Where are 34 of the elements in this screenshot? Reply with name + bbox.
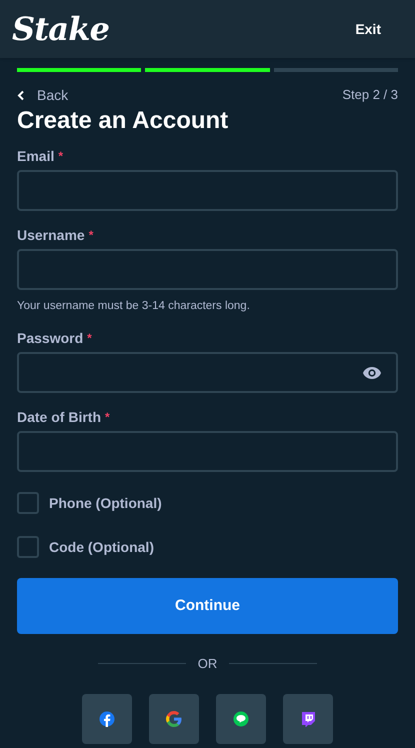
chat-bubble-icon — [233, 710, 249, 726]
field-hint: Your username must be 3-14 characters long. — [17, 299, 251, 314]
checkbox[interactable] — [17, 492, 39, 514]
checkbox-label[interactable]: Phone (Optional) — [49, 492, 162, 514]
facebook-icon — [99, 710, 115, 726]
required-mark: * — [58, 148, 64, 165]
exit-button[interactable]: Exit — [347, 12, 389, 46]
social-login-button[interactable] — [283, 694, 333, 744]
continue-button[interactable]: Continue — [17, 578, 398, 634]
divider-text: OR — [198, 655, 218, 673]
logo[interactable]: Stake — [12, 13, 110, 45]
field-label: Password — [17, 329, 84, 348]
social-login-button[interactable] — [216, 694, 266, 744]
chevron-left-icon — [17, 90, 25, 100]
checkbox-label[interactable]: Code (Optional) — [49, 536, 154, 558]
field-label: Date of Birth — [17, 408, 101, 427]
back-button[interactable]: Back — [17, 84, 68, 106]
eye-icon[interactable] — [362, 366, 382, 380]
field-label: Email — [17, 147, 54, 166]
checkbox[interactable] — [17, 536, 39, 558]
required-mark: * — [87, 330, 92, 347]
input-field[interactable] — [17, 170, 398, 211]
input-field[interactable] — [17, 431, 398, 472]
twitch-icon — [300, 710, 316, 726]
page-title: Create an Account — [17, 106, 230, 136]
required-mark: * — [105, 409, 110, 426]
field-label: Username — [17, 226, 85, 245]
google-icon — [166, 710, 182, 726]
input-field[interactable] — [17, 352, 398, 393]
social-login-button[interactable] — [82, 694, 132, 744]
step-indicator: Step 2 / 3 — [342, 86, 398, 104]
required-mark: * — [88, 227, 94, 244]
social-login-button[interactable] — [149, 694, 199, 744]
input-field[interactable] — [17, 249, 398, 290]
